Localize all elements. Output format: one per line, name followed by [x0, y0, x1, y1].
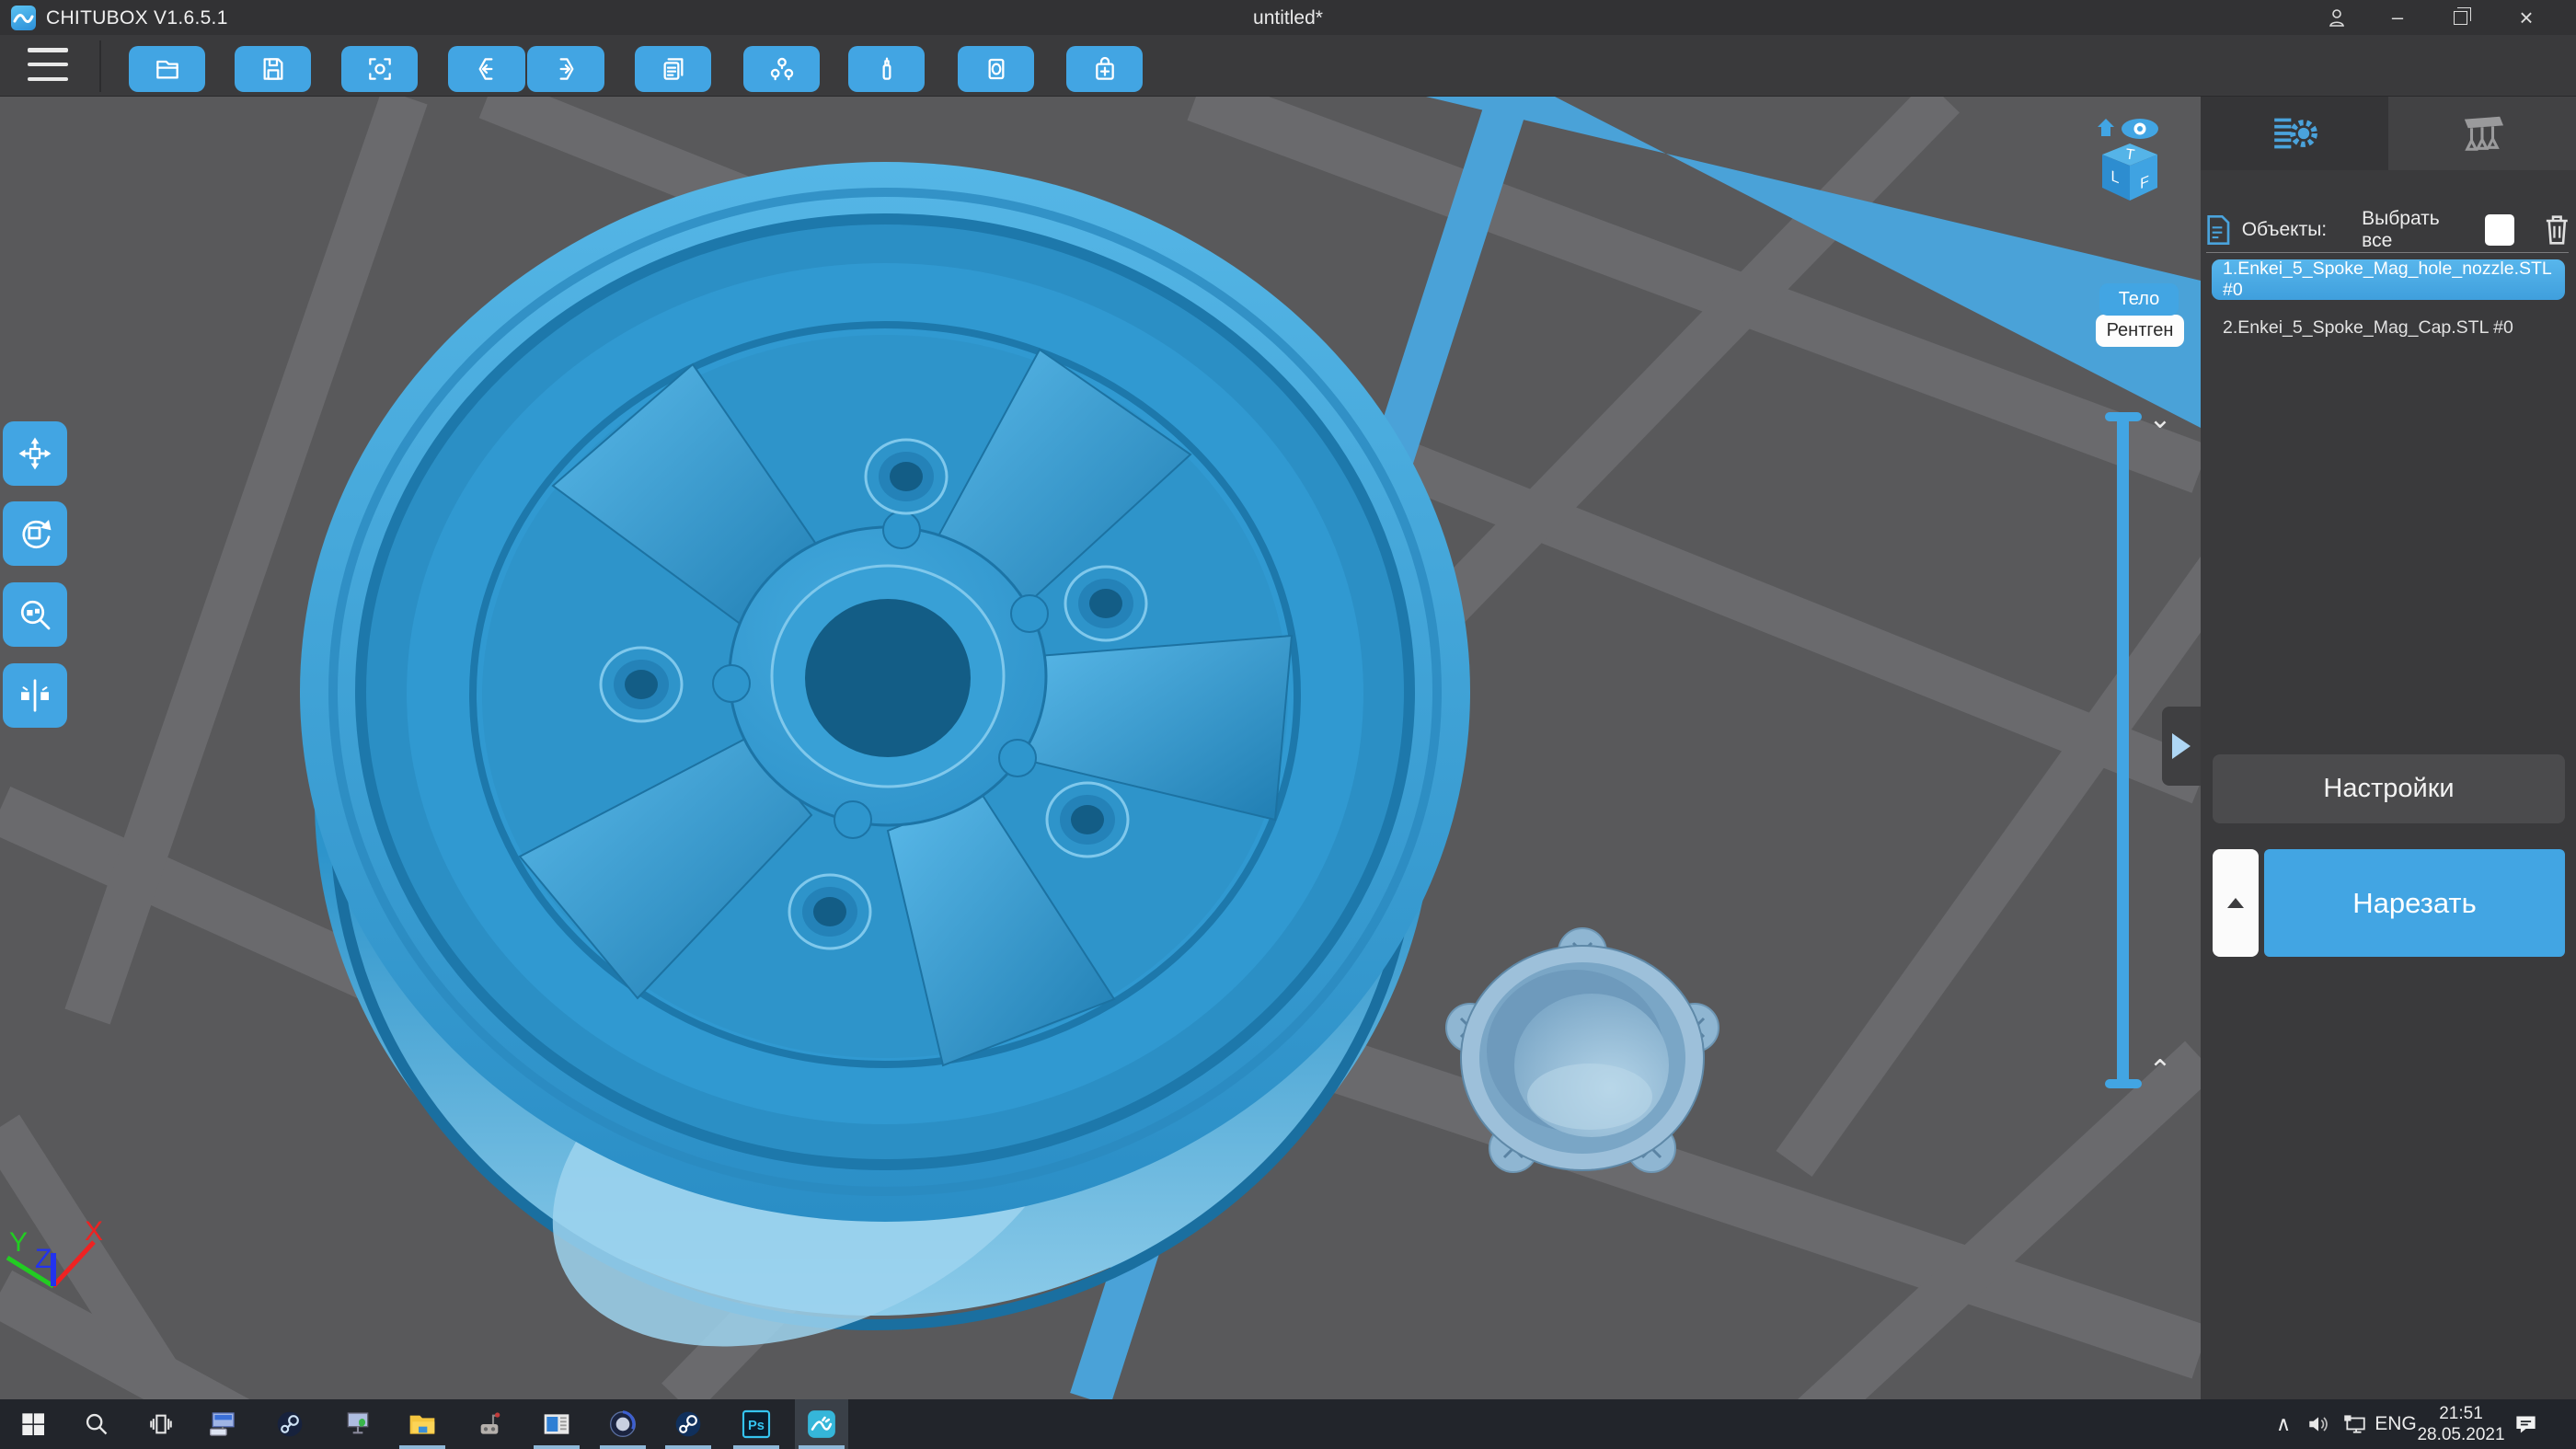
- punch-hole-button[interactable]: [958, 46, 1034, 92]
- hollow-button[interactable]: [743, 46, 820, 92]
- view-mode-xray-button[interactable]: Рентген: [2096, 315, 2184, 347]
- chitubox-taskbar-icon[interactable]: [801, 1404, 842, 1444]
- eye-icon: [2122, 119, 2158, 139]
- start-button[interactable]: [13, 1404, 53, 1444]
- trash-icon[interactable]: [2544, 213, 2570, 247]
- layer-slider[interactable]: [2117, 416, 2129, 1085]
- triangle-right-icon: [2172, 733, 2191, 759]
- language-indicator[interactable]: ENG: [2372, 1399, 2420, 1449]
- document-title: untitled*: [1253, 7, 1323, 29]
- running-indicator: [799, 1445, 845, 1449]
- running-indicator: [399, 1445, 445, 1449]
- object-list-item[interactable]: 2.Enkei_5_Spoke_Mag_Cap.STL #0: [2223, 313, 2569, 342]
- steam-icon[interactable]: [270, 1404, 310, 1444]
- slider-bottom-cap[interactable]: [2105, 1079, 2142, 1088]
- steam-library-icon[interactable]: [668, 1404, 708, 1444]
- game-controller-icon[interactable]: [469, 1404, 510, 1444]
- home-view-icon: [2098, 119, 2114, 136]
- task-view-icon[interactable]: [141, 1404, 181, 1444]
- app-window: CHITUBOX V1.6.5.1 untitled* – × T L F Те…: [0, 0, 2576, 1449]
- panel-collapse-button[interactable]: [2162, 707, 2201, 786]
- objects-label: Объекты:: [2241, 219, 2328, 240]
- axis-x-label: X: [85, 1216, 103, 1247]
- document-icon: [2207, 214, 2230, 246]
- clock[interactable]: 21:51 28.05.2021: [2417, 1399, 2505, 1449]
- running-indicator: [534, 1445, 580, 1449]
- select-all-checkbox[interactable]: [2484, 214, 2515, 246]
- axis-z-label: Z: [35, 1244, 52, 1274]
- notification-center-icon[interactable]: [2504, 1399, 2547, 1449]
- slice-button[interactable]: Нарезать: [2264, 849, 2565, 957]
- tab-supports[interactable]: [2388, 97, 2576, 170]
- axis-y-label: Y: [9, 1227, 28, 1258]
- tray-time: 21:51: [2439, 1404, 2483, 1423]
- redo-button[interactable]: [527, 46, 604, 92]
- rotate-tool-button[interactable]: [3, 501, 67, 566]
- running-indicator: [733, 1445, 779, 1449]
- toolbar-separator: [99, 40, 101, 92]
- view-cube[interactable]: T L F: [2088, 116, 2171, 208]
- repair-button[interactable]: [1066, 46, 1143, 92]
- svg-text:L: L: [2111, 167, 2120, 187]
- menu-button[interactable]: [28, 48, 68, 81]
- obs-studio-icon[interactable]: [603, 1404, 643, 1444]
- settings-button[interactable]: Настройки: [2213, 754, 2565, 823]
- close-button[interactable]: ×: [2501, 0, 2552, 35]
- wheel-model[interactable]: [300, 162, 1470, 1399]
- remote-pc-icon[interactable]: [202, 1404, 243, 1444]
- view-mode-body-button[interactable]: Тело: [2099, 283, 2179, 316]
- tray-date: 28.05.2021: [2417, 1425, 2505, 1444]
- mirror-tool-button[interactable]: [3, 663, 67, 728]
- supports-icon: [2464, 116, 2503, 151]
- objects-header-row: Объекты: Выбрать все: [2206, 208, 2570, 251]
- clone-button[interactable]: [635, 46, 711, 92]
- separator: [2206, 252, 2569, 253]
- tab-object-settings[interactable]: [2201, 97, 2388, 170]
- axis-gizmo: Y X Z: [0, 1214, 138, 1334]
- media-app-icon[interactable]: [536, 1404, 577, 1444]
- build-plate-scene: [0, 73, 2318, 1449]
- move-tool-button[interactable]: [3, 421, 67, 486]
- triangle-up-icon: [2227, 898, 2244, 908]
- viewport-3d[interactable]: [0, 73, 2318, 1449]
- screenshot-button[interactable]: [341, 46, 418, 92]
- user-account-icon[interactable]: [2311, 0, 2363, 35]
- slice-options-stepper[interactable]: [2213, 849, 2259, 957]
- running-indicator: [665, 1445, 711, 1449]
- tray-chevron-icon[interactable]: ∧: [2265, 1399, 2302, 1449]
- running-indicator: [600, 1445, 646, 1449]
- chevron-down-icon[interactable]: ⌄: [2144, 406, 2177, 433]
- photoshop-icon[interactable]: Ps: [736, 1404, 776, 1444]
- select-all-label: Выбрать все: [2362, 208, 2440, 251]
- chevron-up-icon[interactable]: ⌃: [2144, 1057, 2177, 1085]
- orientation-cube: T L F: [2102, 144, 2157, 201]
- object-list-item-selected[interactable]: 1.Enkei_5_Spoke_Mag_hole_nozzle.STL #0: [2212, 259, 2565, 300]
- scale-tool-button[interactable]: [3, 582, 67, 647]
- volume-icon[interactable]: [2300, 1399, 2337, 1449]
- save-file-button[interactable]: [235, 46, 311, 92]
- taskbar: [0, 1399, 2576, 1449]
- settings-list-icon: [2274, 118, 2317, 149]
- restore-button[interactable]: [2434, 0, 2486, 35]
- open-file-button[interactable]: [129, 46, 205, 92]
- file-explorer-icon[interactable]: [402, 1404, 443, 1444]
- teamviewer-icon[interactable]: [338, 1404, 378, 1444]
- svg-text:Ps: Ps: [748, 1419, 765, 1433]
- search-icon[interactable]: [76, 1404, 117, 1444]
- minimize-button[interactable]: –: [2372, 0, 2423, 35]
- network-icon[interactable]: [2337, 1399, 2374, 1449]
- undo-button[interactable]: [448, 46, 525, 92]
- dig-hole-button[interactable]: [848, 46, 925, 92]
